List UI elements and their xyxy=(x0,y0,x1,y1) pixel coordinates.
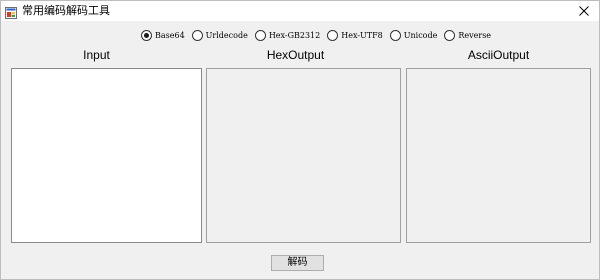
app-icon xyxy=(5,4,17,19)
radio-label[interactable]: Unicode xyxy=(404,31,438,40)
app-window: 常用编码解码工具 Base64 Urldecode Hex-GB2312 Hex… xyxy=(0,0,600,280)
ascii-output-textarea[interactable] xyxy=(406,68,591,243)
ascii-output-label: AsciiOutput xyxy=(467,48,530,62)
radio-hex-utf8[interactable]: Hex-UTF8 xyxy=(327,29,383,41)
radio-label[interactable]: Base64 xyxy=(155,31,185,40)
close-icon xyxy=(579,6,589,16)
radio-unchecked-icon[interactable] xyxy=(254,29,266,41)
close-button[interactable] xyxy=(569,1,599,21)
decode-button[interactable]: 解码 xyxy=(271,255,324,271)
radio-unchecked-icon[interactable] xyxy=(191,29,203,41)
radio-unchecked-icon[interactable] xyxy=(327,29,339,41)
hex-output-textarea[interactable] xyxy=(206,68,401,243)
radio-checked-icon[interactable] xyxy=(141,29,152,41)
radio-label[interactable]: Hex-UTF8 xyxy=(341,31,383,40)
radio-label[interactable]: Urldecode xyxy=(206,31,248,40)
input-label: Input xyxy=(83,48,110,62)
radio-urldecode[interactable]: Urldecode xyxy=(191,29,248,41)
title-bar[interactable]: 常用编码解码工具 xyxy=(1,1,599,21)
encoding-radio-group: Base64 Urldecode Hex-GB2312 Hex-UTF8 Uni… xyxy=(141,28,498,42)
input-textarea[interactable] xyxy=(11,68,202,243)
radio-label[interactable]: Reverse xyxy=(458,31,491,40)
radio-label[interactable]: Hex-GB2312 xyxy=(269,31,320,40)
radio-unicode[interactable]: Unicode xyxy=(389,29,438,41)
radio-unchecked-icon[interactable] xyxy=(444,29,456,41)
hex-output-label: HexOutput xyxy=(266,48,325,62)
radio-base64[interactable]: Base64 xyxy=(141,29,185,41)
radio-reverse[interactable]: Reverse xyxy=(444,29,491,41)
window-title: 常用编码解码工具 xyxy=(22,4,110,17)
radio-unchecked-icon[interactable] xyxy=(389,29,401,41)
radio-hex-gb2312[interactable]: Hex-GB2312 xyxy=(254,29,320,41)
